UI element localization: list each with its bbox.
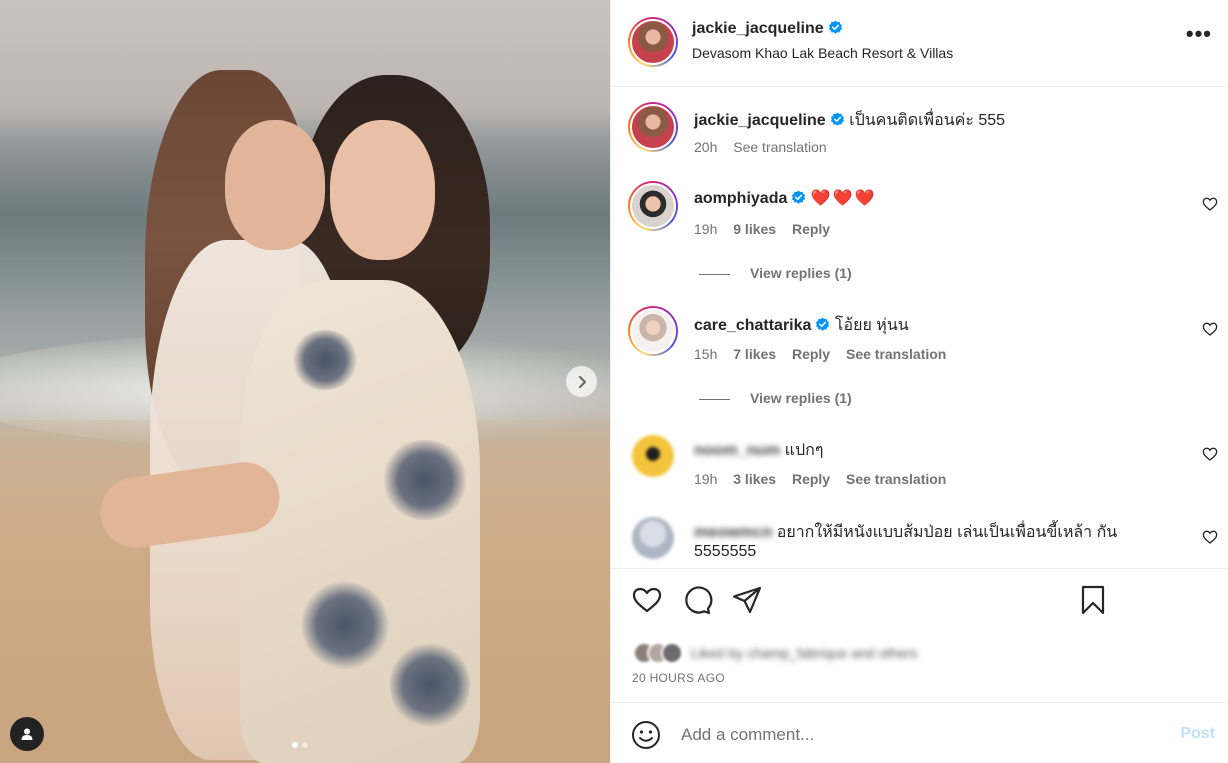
- view-replies-button[interactable]: View replies (1): [699, 265, 852, 281]
- view-replies-label[interactable]: View replies (1): [750, 265, 852, 281]
- comment-meta: 15h 7 likes Reply See translation: [694, 346, 958, 362]
- comment-avatar[interactable]: [632, 517, 674, 559]
- caption-username[interactable]: jackie_jacqueline: [694, 112, 826, 129]
- comment-username[interactable]: noom_num: [694, 442, 780, 459]
- comment-reply-button[interactable]: Reply: [792, 471, 830, 487]
- comment-line: aomphiyada ❤️❤️❤️: [694, 188, 877, 208]
- chevron-right-icon: [578, 375, 586, 388]
- liker-avatar: [661, 642, 683, 664]
- comment-like-heart-icon[interactable]: [1202, 196, 1218, 212]
- comment-time[interactable]: 19h: [694, 221, 717, 237]
- verified-badge-icon: [830, 112, 844, 126]
- user-tag-icon: [21, 728, 33, 740]
- like-heart-icon[interactable]: [631, 584, 663, 616]
- comment-like-heart-icon[interactable]: [1202, 529, 1218, 545]
- post-photo[interactable]: [0, 0, 610, 763]
- more-options-button[interactable]: •••: [1186, 23, 1212, 45]
- comment-text-continued: 5555555: [694, 543, 757, 560]
- caption-translate-button[interactable]: See translation: [733, 139, 826, 155]
- photo-dress-pattern: [290, 330, 360, 390]
- caption-author-avatar[interactable]: [628, 102, 678, 152]
- add-comment-bar: Post: [611, 702, 1228, 763]
- carousel-dot-active: [292, 742, 298, 748]
- photo-face-left: [225, 120, 325, 250]
- carousel-indicator: [292, 742, 308, 748]
- carousel-next-button[interactable]: [566, 366, 597, 397]
- post-location[interactable]: Devasom Khao Lak Beach Resort & Villas: [692, 45, 953, 61]
- post-details-panel: jackie_jacqueline Devasom Khao Lak Beach…: [610, 0, 1228, 763]
- comment-meta: 19h 3 likes Reply See translation: [694, 471, 958, 487]
- comment-text: โอ้ยย หุ่นน: [834, 317, 909, 334]
- comment-text: อยากให้มีหนังแบบส้มป่อย เล่นเป็นเพื่อนขี…: [776, 524, 1118, 541]
- header-divider: [611, 86, 1228, 87]
- comment-likes-count[interactable]: 7 likes: [733, 346, 776, 362]
- comment-time[interactable]: 19h: [694, 471, 717, 487]
- view-replies-label[interactable]: View replies (1): [750, 390, 852, 406]
- comment-translate-button[interactable]: See translation: [846, 471, 946, 487]
- author-avatar[interactable]: [628, 17, 678, 67]
- verified-badge-icon: [792, 190, 806, 204]
- comment-text: ❤️❤️❤️: [810, 190, 877, 207]
- comment-likes-count[interactable]: 9 likes: [733, 221, 776, 237]
- comments-divider: [611, 568, 1228, 569]
- comment-input[interactable]: [681, 717, 1141, 753]
- comment-meta: 19h 9 likes Reply: [694, 221, 842, 237]
- comment-like-heart-icon[interactable]: [1202, 321, 1218, 337]
- verified-badge-icon: [828, 20, 842, 34]
- comment-like-heart-icon[interactable]: [1202, 446, 1218, 462]
- caption-text: เป็นคนติดเพื่อนค่ะ 555: [849, 112, 1006, 129]
- comment-avatar[interactable]: [632, 435, 674, 477]
- view-replies-button[interactable]: View replies (1): [699, 390, 852, 406]
- share-icon[interactable]: [731, 584, 763, 616]
- comment-line: noom_num แปกๆ: [694, 438, 823, 463]
- caption-time[interactable]: 20h: [694, 139, 717, 155]
- caption-meta: 20h See translation: [694, 139, 839, 155]
- carousel-dot: [302, 742, 308, 748]
- comment-reply-button[interactable]: Reply: [792, 346, 830, 362]
- liked-by-text[interactable]: Liked by champ_fabrique and others: [691, 645, 917, 661]
- comment-avatar[interactable]: [628, 306, 678, 356]
- comment-translate-button[interactable]: See translation: [846, 346, 946, 362]
- comment-avatar[interactable]: [628, 181, 678, 231]
- bookmark-icon[interactable]: [1077, 584, 1109, 616]
- replies-rule: [699, 273, 730, 275]
- replies-rule: [699, 398, 730, 400]
- comment-line: meowmcn อยากให้มีหนังแบบส้มป่อย เล่นเป็น…: [694, 520, 1117, 545]
- comment-reply-button[interactable]: Reply: [792, 221, 830, 237]
- comment-username[interactable]: meowmcn: [694, 524, 772, 541]
- comment-text: แปกๆ: [784, 442, 824, 459]
- photo-face-right: [330, 120, 435, 260]
- comment-username[interactable]: care_chattarika: [694, 317, 811, 334]
- caption-text-line: jackie_jacqueline เป็นคนติดเพื่อนค่ะ 555: [694, 108, 1005, 133]
- comment-time[interactable]: 15h: [694, 346, 717, 362]
- post-comment-button[interactable]: Post: [1180, 725, 1215, 743]
- comment-icon[interactable]: [681, 584, 713, 616]
- post-timestamp[interactable]: 20 HOURS AGO: [632, 671, 725, 685]
- post-actions: [611, 584, 1228, 620]
- photo-dress-pattern: [390, 640, 470, 730]
- author-username[interactable]: jackie_jacqueline: [692, 20, 843, 38]
- tagged-users-button[interactable]: [10, 717, 44, 751]
- comment-likes-count[interactable]: 3 likes: [733, 471, 776, 487]
- author-username-text[interactable]: jackie_jacqueline: [692, 20, 824, 37]
- photo-dress-pattern: [300, 580, 390, 670]
- likes-summary[interactable]: Liked by champ_fabrique and others: [633, 640, 917, 666]
- photo-dress-pattern: [380, 440, 470, 520]
- verified-badge-icon: [816, 317, 830, 331]
- emoji-icon[interactable]: [631, 720, 661, 750]
- comment-line: care_chattarika โอ้ยย หุ่นน: [694, 313, 909, 338]
- comment-username[interactable]: aomphiyada: [694, 190, 787, 207]
